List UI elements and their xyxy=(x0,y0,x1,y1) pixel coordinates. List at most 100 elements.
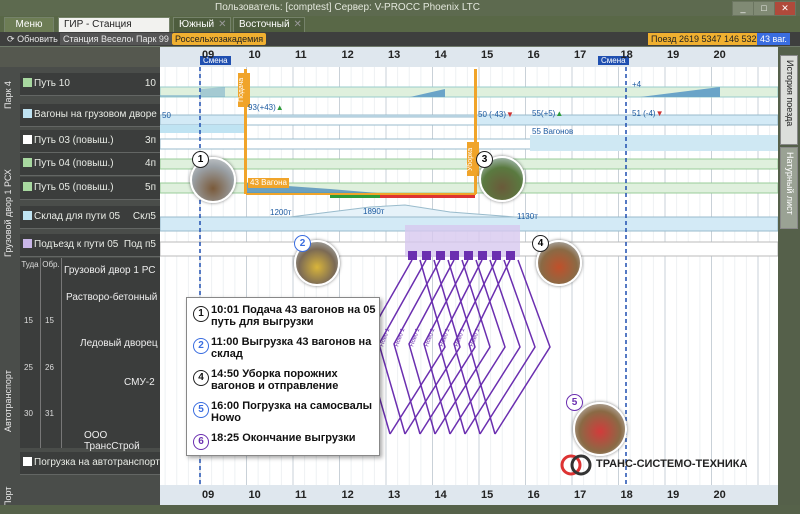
v51-label: 51 (-4)▼ xyxy=(632,109,663,118)
divider xyxy=(61,258,62,448)
t1130-label: 1130т xyxy=(517,212,538,221)
row-label: Склад для пути 05 xyxy=(34,211,121,222)
row-warehouse-05[interactable]: Склад для пути 05 Скл5 xyxy=(20,206,160,229)
truck-slot xyxy=(450,251,459,260)
row-swatch xyxy=(23,109,32,118)
row-label: Погрузка на автотранспорт xyxy=(34,457,160,468)
tab-train-history[interactable]: История поезда xyxy=(780,55,798,145)
row-code: Под п5 xyxy=(123,239,156,250)
hour-label-20: 20 xyxy=(713,489,726,501)
time-there: 15 xyxy=(24,316,33,325)
dest-ice-palace[interactable]: Ледовый дворец xyxy=(80,338,158,349)
up-arrow-icon: ▲ xyxy=(275,103,284,112)
legend-panel: 1 10:01 Подача 43 вагонов на 05 путь для … xyxy=(186,297,380,456)
row-swatch xyxy=(23,158,32,167)
hour-label-10: 10 xyxy=(248,489,261,501)
truck-return-path xyxy=(479,259,536,435)
row-track-04[interactable]: Путь 04 (повыш.) 4п xyxy=(20,153,160,176)
hour-label-13: 13 xyxy=(388,489,401,501)
tab-train-history-label: История поезда xyxy=(785,60,795,127)
row-label: Путь 10 xyxy=(34,78,70,89)
tab-natural-list[interactable]: Натурный лист xyxy=(780,147,798,229)
row-wagons-yard[interactable]: Вагоны на грузовом дворе xyxy=(20,104,160,127)
toolbar: ⟳ Обновить Станция Веселое Парк 99 Россе… xyxy=(0,32,800,46)
minimize-button[interactable]: _ xyxy=(732,1,754,16)
group-freight-yard: Грузовой двор 1 РСХ xyxy=(3,169,13,257)
tab-menu[interactable]: Меню xyxy=(4,17,54,32)
status-bar xyxy=(0,505,800,514)
hour-label-19: 19 xyxy=(667,489,680,501)
row-access-05[interactable]: Подъезд к пути 05 Под п5 xyxy=(20,234,160,257)
maximize-button[interactable]: □ xyxy=(753,1,775,16)
truck-routes: Ново 1 Ново 1 Ново 1 Ново 1 Ново 1 Ново 1 Ново… xyxy=(363,251,551,435)
dest-smu2[interactable]: СМУ-2 xyxy=(124,377,155,388)
close-tab-icon[interactable]: ✕ xyxy=(294,19,302,30)
hour-label-18: 18 xyxy=(620,49,633,61)
v55-text: 55(+5) xyxy=(532,109,556,118)
truck-path xyxy=(408,259,455,435)
truck-return-path xyxy=(494,259,551,435)
truck-label: Ново 1 xyxy=(424,327,436,348)
refresh-icon: ⟳ xyxy=(7,34,15,44)
legend-num: 4 xyxy=(193,370,209,386)
close-tab-icon[interactable]: ✕ xyxy=(218,19,226,30)
hour-label-14: 14 xyxy=(434,489,447,501)
wagons-yard-mid xyxy=(245,116,477,126)
w43-label: 43 Вагона xyxy=(248,178,289,188)
tab-gir-station[interactable]: ГИР - Станция Веселое✕ xyxy=(58,17,170,44)
time-back: 26 xyxy=(45,363,54,372)
hour-label-19: 19 xyxy=(667,49,680,61)
park-label: Парк 99 xyxy=(133,33,172,45)
wagons-yard-left xyxy=(160,125,246,133)
legend-text: 10:01 Подача 43 вагонов на 05 путь для в… xyxy=(211,304,376,328)
hour-label-09: 09 xyxy=(202,489,215,501)
legend-text: 18:25 Окончание выгрузки xyxy=(211,432,356,444)
tab-south[interactable]: Южный ✕ xyxy=(173,17,231,32)
time-there: 25 xyxy=(24,363,33,372)
refresh-button[interactable]: ⟳ Обновить xyxy=(4,33,61,45)
legend-num: 2 xyxy=(193,338,209,354)
row-code: 3п xyxy=(145,135,156,146)
marker-3: 3 xyxy=(476,151,493,168)
row-label: Подъезд к пути 05 xyxy=(34,239,119,250)
dest-freight-yard[interactable]: Грузовой двор 1 РС xyxy=(64,265,156,276)
close-window-button[interactable]: ✕ xyxy=(774,1,796,16)
dest-transstroy[interactable]: ООО ТрансСтрой xyxy=(84,430,160,452)
time-there: 30 xyxy=(24,409,33,418)
right-sidebar: История поезда Натурный лист xyxy=(778,47,800,505)
tab-natural-list-label: Натурный лист xyxy=(785,152,795,215)
track03-wagons xyxy=(530,135,778,151)
up-arrow-icon: ▲ xyxy=(555,109,564,118)
tab-east[interactable]: Восточный ✕ xyxy=(233,17,305,32)
org-badge[interactable]: Россельхозакадемия xyxy=(172,33,267,45)
row-swatch xyxy=(23,135,32,144)
truck-label: Ново 1 xyxy=(394,327,406,348)
truck-route: Ново 1 xyxy=(453,251,536,435)
hour-label-15: 15 xyxy=(481,489,494,501)
hour-label-17: 17 xyxy=(574,49,587,61)
refresh-label: Обновить xyxy=(17,34,58,44)
row-track-10[interactable]: Путь 10 10 xyxy=(20,73,160,96)
truck-slot xyxy=(422,251,431,260)
row-port-loading[interactable]: Погрузка на автотранспорт xyxy=(20,452,160,475)
v93-text: 93(+43) xyxy=(248,103,276,112)
t1200-label: 1200т xyxy=(270,208,292,217)
left-header xyxy=(0,47,160,67)
truck-slot xyxy=(408,251,417,260)
row-track-03[interactable]: Путь 03 (повыш.) 3п xyxy=(20,130,160,153)
v55-label: 55(+5)▲ xyxy=(532,109,563,118)
col-header-back: Обр. xyxy=(42,260,60,269)
truck-route: Ново 1 xyxy=(423,251,506,435)
hour-label-14: 14 xyxy=(434,49,447,61)
time-back: 15 xyxy=(45,316,54,325)
dest-concrete[interactable]: Растворо-бетонный xyxy=(66,292,157,303)
hour-label-20: 20 xyxy=(713,49,726,61)
col-header-there: Туда xyxy=(21,260,39,269)
train-badge[interactable]: Поезд 2619 5347 146 5327 xyxy=(648,33,765,45)
group-port: Порт xyxy=(3,486,13,507)
row-swatch xyxy=(23,211,32,220)
track05-red xyxy=(380,195,475,198)
tab-bar: Меню ГИР - Станция Веселое✕ Южный✕ Восто… xyxy=(0,16,800,44)
truck-label: Ново 1 xyxy=(469,327,481,348)
row-track-05[interactable]: Путь 05 (повыш.) 5п xyxy=(20,177,160,200)
